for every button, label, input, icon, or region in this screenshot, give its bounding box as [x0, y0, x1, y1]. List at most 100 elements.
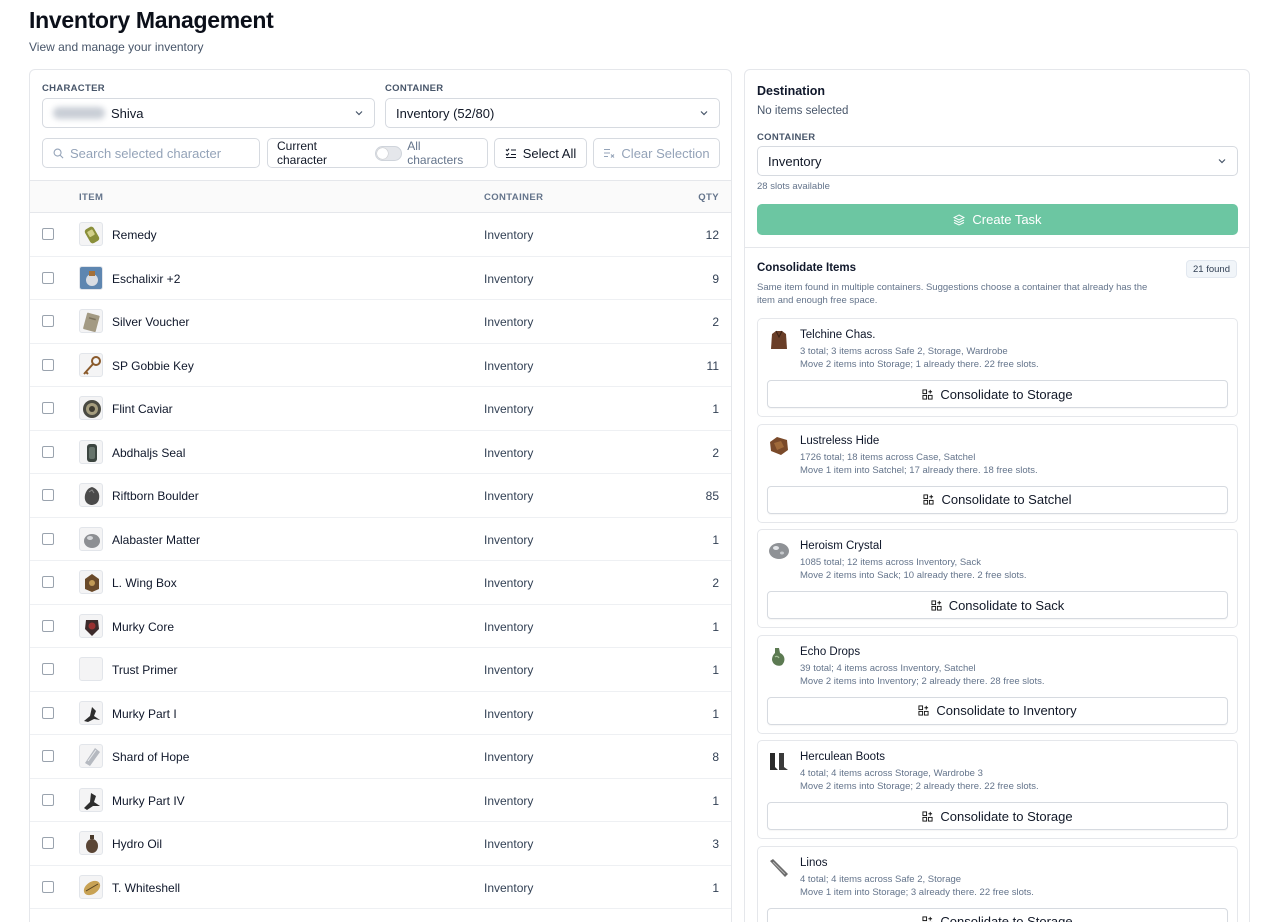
card-item-name: Herculean Boots: [800, 751, 886, 763]
consolidate-card: Herculean Boots 4 total; 4 items across …: [757, 740, 1238, 839]
item-container: Inventory: [484, 315, 534, 329]
shell-icon: [79, 874, 103, 899]
item-name: SP Gobbie Key: [112, 358, 194, 373]
row-checkbox[interactable]: [42, 358, 54, 371]
table-row[interactable]: SP Gobbie Key Inventory 11: [30, 344, 731, 387]
table-row[interactable]: Hydro Oil Inventory 3: [30, 822, 731, 866]
merge-icon: [918, 705, 929, 716]
boots-icon: [767, 750, 791, 774]
card-suggestion: Move 2 items into Storage; 1 already the…: [800, 359, 1039, 370]
search-input[interactable]: [70, 145, 250, 161]
consolidate-button[interactable]: Consolidate to Satchel: [767, 485, 1228, 514]
character-select[interactable]: Shiva: [42, 98, 375, 128]
consolidate-button-label: Consolidate to Inventory: [936, 703, 1077, 718]
key-icon: [79, 352, 103, 377]
card-summary: 1085 total; 12 items across Inventory, S…: [800, 557, 981, 568]
table-row[interactable]: Remedy Inventory 12: [30, 213, 731, 257]
table-row[interactable]: Flint Caviar Inventory 1: [30, 387, 731, 431]
item-qty: 1: [712, 619, 719, 634]
layers-icon: [953, 213, 966, 226]
table-row[interactable]: Silver Voucher Inventory 2: [30, 300, 731, 344]
create-task-button[interactable]: Create Task: [757, 204, 1238, 235]
select-all-button[interactable]: Select All: [494, 138, 587, 168]
item-name: Remedy: [112, 228, 157, 242]
card-summary: 39 total; 4 items across Inventory, Satc…: [800, 662, 976, 674]
consolidate-button[interactable]: Consolidate to Storage: [767, 802, 1228, 830]
card-suggestion: Move 2 items into Storage; 2 already the…: [800, 781, 1039, 792]
item-qty: 9: [712, 271, 719, 286]
row-checkbox[interactable]: [42, 532, 54, 545]
row-checkbox[interactable]: [42, 793, 54, 806]
row-checkbox[interactable]: [42, 706, 54, 719]
item-name: L. Wing Box: [112, 576, 177, 590]
table-row[interactable]: Trust Primer Inventory 1: [30, 648, 731, 692]
scope-switch[interactable]: [374, 145, 403, 161]
table-row[interactable]: L. Wing Box Inventory 2: [30, 561, 731, 605]
consolidate-card: Telchine Chas. 3 total; 3 items across S…: [757, 318, 1238, 417]
row-checkbox[interactable]: [42, 315, 54, 327]
table-row[interactable]: Abdhaljs Seal Inventory 2: [30, 431, 731, 474]
consolidate-list: Telchine Chas. 3 total; 3 items across S…: [757, 318, 1238, 922]
item-container: Inventory: [484, 706, 534, 721]
item-container: Inventory: [484, 837, 534, 851]
item-qty: 1: [712, 706, 719, 721]
list-x-icon: [604, 148, 615, 158]
row-checkbox[interactable]: [42, 663, 54, 675]
placeholder-icon: [79, 657, 103, 681]
item-container: Inventory: [484, 358, 534, 373]
consolidate-button-label: Consolidate to Satchel: [941, 492, 1072, 507]
row-checkbox[interactable]: [42, 402, 54, 414]
container-select[interactable]: Inventory (52/80): [385, 98, 720, 128]
merge-icon: [922, 388, 933, 400]
row-checkbox[interactable]: [42, 619, 54, 632]
card-item-name: Echo Drops: [800, 645, 861, 658]
wing-box-icon: [79, 570, 103, 594]
container-label: CONTAINER: [385, 83, 444, 94]
chevron-down-icon: [1218, 159, 1226, 164]
consolidate-button[interactable]: Consolidate to Inventory: [767, 696, 1228, 725]
row-checkbox[interactable]: [42, 576, 54, 588]
row-checkbox[interactable]: [42, 837, 54, 849]
character-scope-toggle[interactable]: Current character All characters: [267, 138, 488, 168]
row-checkbox[interactable]: [42, 445, 54, 458]
consolidate-button[interactable]: Consolidate to Storage: [767, 380, 1228, 408]
row-checkbox[interactable]: [42, 489, 54, 501]
table-row[interactable]: Eschalixir +2 Inventory 9: [30, 257, 731, 300]
item-name: T. Whiteshell: [112, 880, 181, 895]
destination-container-label: CONTAINER: [757, 132, 816, 143]
consolidate-button[interactable]: Consolidate to Sack: [767, 591, 1228, 619]
table-row[interactable]: Murky Part I Inventory 1: [30, 692, 731, 735]
consolidate-card: Heroism Crystal 1085 total; 12 items acr…: [757, 529, 1238, 628]
search-field[interactable]: [42, 138, 260, 168]
merge-icon: [931, 599, 942, 611]
destination-container-select[interactable]: Inventory: [757, 146, 1238, 176]
table-row[interactable]: T. Whiteshell Inventory 1: [30, 866, 731, 909]
row-checkbox[interactable]: [42, 750, 54, 762]
table-row[interactable]: Alabaster Matter Inventory 1: [30, 518, 731, 561]
page-subtitle: View and manage your inventory: [29, 40, 204, 54]
redacted-name: [53, 107, 105, 119]
row-checkbox[interactable]: [42, 880, 54, 893]
card-suggestion: Move 1 item into Storage; 3 already ther…: [800, 886, 1034, 898]
table-row[interactable]: Shard of Hope Inventory 8: [30, 735, 731, 779]
character-value: Shiva: [111, 105, 144, 121]
consolidate-button[interactable]: Consolidate to Storage: [767, 907, 1228, 922]
destination-title: Destination: [757, 84, 826, 98]
item-name: Abdhaljs Seal: [112, 445, 186, 460]
item-name: Trust Primer: [112, 663, 178, 677]
item-container: Inventory: [484, 271, 534, 286]
item-container: Inventory: [484, 880, 534, 895]
card-summary: 4 total; 4 items across Storage, Wardrob…: [800, 768, 983, 779]
row-checkbox[interactable]: [42, 228, 54, 240]
table-row[interactable]: Riftborn Boulder Inventory 85: [30, 474, 731, 518]
table-row[interactable]: Murky Part IV Inventory 1: [30, 779, 731, 822]
found-count-badge: 21 found: [1186, 260, 1237, 278]
consolidate-button-label: Consolidate to Sack: [948, 597, 1065, 613]
item-table-body: Remedy Inventory 12 Eschalixir +2 Invent…: [30, 213, 731, 909]
item-container: Inventory: [484, 663, 534, 677]
table-row[interactable]: Murky Core Inventory 1: [30, 605, 731, 648]
container-value: Inventory (52/80): [396, 105, 495, 121]
row-checkbox[interactable]: [42, 271, 54, 284]
clear-selection-button[interactable]: Clear Selection: [593, 138, 720, 168]
consolidate-card: Lustreless Hide 1726 total; 18 items acr…: [757, 423, 1238, 523]
